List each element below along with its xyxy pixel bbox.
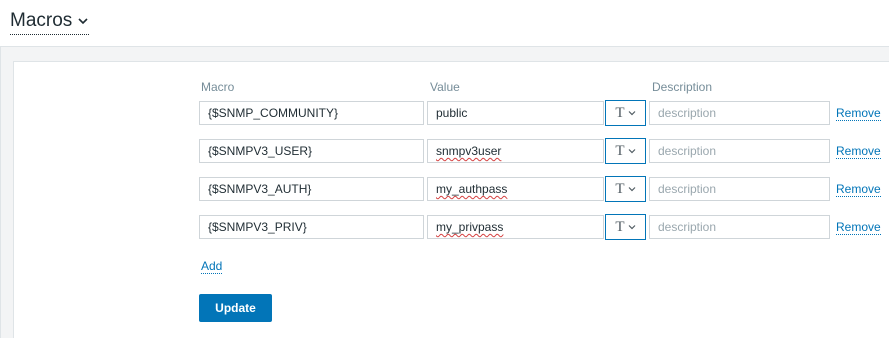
value-field[interactable]: snmpv3user <box>427 139 604 163</box>
text-type-icon: T <box>615 142 625 159</box>
add-macro-link[interactable]: Add <box>201 259 223 274</box>
update-button[interactable]: Update <box>199 294 272 322</box>
value-text: my_privpass <box>436 220 504 234</box>
value-text: my_authpass <box>436 182 508 196</box>
macros-section-toggle[interactable]: Macros <box>10 9 90 35</box>
value-field[interactable]: my_authpass <box>427 177 604 201</box>
value-type-select[interactable]: T <box>605 176 646 202</box>
chevron-down-icon <box>628 111 636 116</box>
section-title: Macros <box>10 10 73 31</box>
value-type-select[interactable]: T <box>605 138 646 164</box>
macro-field[interactable]: {$SNMP_COMMUNITY} <box>199 101 424 125</box>
value-type-select[interactable]: T <box>605 214 646 240</box>
header-value: Value <box>430 80 460 94</box>
chevron-down-icon <box>628 225 636 230</box>
description-field[interactable]: description <box>649 215 830 239</box>
macro-field[interactable]: {$SNMPV3_AUTH} <box>199 177 424 201</box>
header-macro: Macro <box>201 80 235 94</box>
macros-page: Macros Macro Value Description {$SNMP_CO… <box>0 0 889 338</box>
macro-field[interactable]: {$SNMPV3_PRIV} <box>199 215 424 239</box>
chevron-down-icon <box>78 18 88 25</box>
value-field[interactable]: public <box>427 101 604 125</box>
remove-link[interactable]: Remove <box>836 106 881 121</box>
description-field[interactable]: description <box>649 101 830 125</box>
text-type-icon: T <box>615 104 625 121</box>
description-field[interactable]: description <box>649 177 830 201</box>
value-text: snmpv3user <box>436 144 502 158</box>
description-field[interactable]: description <box>649 139 830 163</box>
value-field[interactable]: my_privpass <box>427 215 604 239</box>
header-description: Description <box>652 80 713 94</box>
value-type-select[interactable]: T <box>605 100 646 126</box>
macro-field[interactable]: {$SNMPV3_USER} <box>199 139 424 163</box>
text-type-icon: T <box>615 180 625 197</box>
remove-link[interactable]: Remove <box>836 182 881 197</box>
remove-link[interactable]: Remove <box>836 144 881 159</box>
chevron-down-icon <box>628 187 636 192</box>
text-type-icon: T <box>615 218 625 235</box>
value-text: public <box>436 106 468 120</box>
chevron-down-icon <box>628 149 636 154</box>
remove-link[interactable]: Remove <box>836 220 881 235</box>
